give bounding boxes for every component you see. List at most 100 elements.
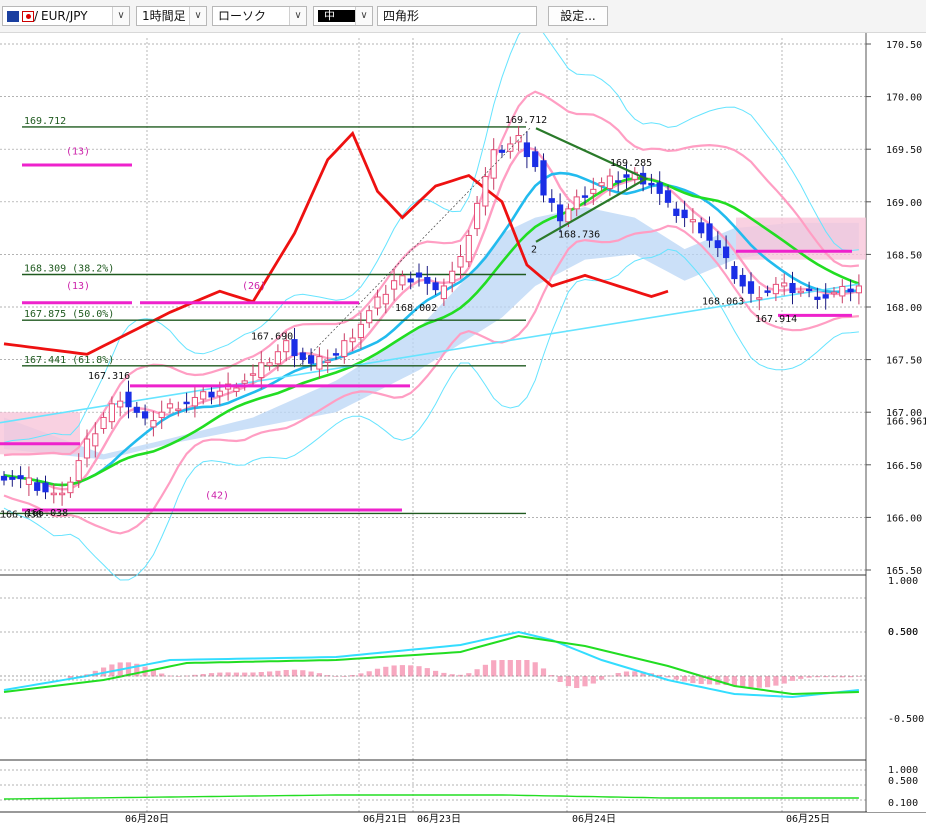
x-axis-date-label: 06月21日: [363, 813, 407, 825]
candle-body: [797, 290, 804, 294]
candle-body: [83, 438, 91, 459]
candle-body: [756, 297, 763, 300]
macd-histogram-bar: [740, 676, 746, 687]
macd-histogram-bar: [765, 676, 771, 688]
candle-body: [540, 160, 547, 196]
candle-body: [432, 282, 439, 291]
settings-button[interactable]: 設定...: [548, 6, 608, 26]
candle-body: [308, 355, 315, 364]
candle-body: [391, 280, 398, 290]
x-axis-date-label: 06月23日: [417, 813, 461, 825]
count-label: (13): [66, 281, 90, 292]
candle-body: [216, 390, 223, 397]
candle-body: [764, 290, 771, 293]
candle-body: [332, 353, 340, 356]
candle-body: [656, 182, 663, 194]
candle-body: [266, 362, 273, 366]
candle-body: [855, 285, 862, 294]
macd-panel: [0, 630, 866, 699]
wave-label: 2: [531, 244, 537, 255]
candle-body: [158, 411, 165, 418]
drawing-tool-select[interactable]: 四角形: [377, 6, 537, 26]
y-axis-tick-label: 167.50: [886, 356, 922, 367]
macd-histogram-bar: [532, 662, 538, 677]
chevron-down-icon[interactable]: ∨: [189, 7, 206, 25]
macd-histogram-bar: [756, 676, 762, 688]
rsi-tick-label: 0.500: [888, 776, 918, 787]
macd-histogram-bar: [300, 670, 306, 677]
candle-body: [42, 482, 49, 493]
timeframe-select[interactable]: 1時間足 ∨: [136, 6, 207, 26]
candle-body: [507, 143, 514, 152]
candle-body: [407, 278, 414, 283]
fib-level-label: 168.309 (38.2%): [24, 263, 114, 274]
candle-body: [382, 293, 389, 305]
candle-body: [9, 476, 16, 480]
macd-histogram-bar: [499, 660, 505, 677]
candle-body: [772, 283, 779, 295]
candle-body: [581, 195, 589, 198]
candle-body: [299, 352, 306, 360]
cloud-past-area: [0, 412, 80, 455]
candle-body: [125, 391, 132, 408]
candle-body: [415, 272, 423, 278]
candle-body: [191, 396, 199, 407]
candle-body: [573, 196, 580, 210]
candle-body: [399, 275, 406, 286]
macd-histogram-bar: [682, 676, 688, 682]
price-annotation-label: 167.316: [88, 371, 130, 382]
candle-body: [465, 234, 472, 263]
candle-body: [67, 481, 74, 494]
chevron-down-icon[interactable]: ∨: [355, 7, 372, 25]
macd-histogram-bar: [773, 676, 779, 686]
price-annotation-label: 168.063: [702, 296, 744, 307]
candle-body: [341, 340, 348, 357]
y-axis-tick-label: 170.50: [886, 40, 922, 51]
symbol-select[interactable]: / EUR/JPY ∨: [2, 6, 130, 26]
x-axis-date-label: 06月20日: [125, 813, 169, 825]
macd-histogram-bar: [474, 669, 480, 677]
candle-body: [681, 209, 688, 219]
candle-body: [739, 274, 746, 287]
candle-body: [706, 223, 713, 241]
chevron-down-icon[interactable]: ∨: [289, 7, 306, 25]
symbol-prefix: /: [34, 9, 39, 23]
candle-body: [615, 180, 622, 183]
candle-body: [183, 401, 190, 405]
candle-body: [822, 294, 829, 299]
candle-body: [449, 270, 456, 284]
candle-body: [166, 403, 174, 409]
candle-body: [532, 151, 539, 168]
candle-body: [457, 256, 464, 268]
line-color-select[interactable]: 中 ∨: [313, 6, 373, 26]
macd-histogram-bar: [424, 668, 430, 677]
macd-histogram-bar: [781, 676, 787, 684]
macd-histogram-bar: [507, 660, 513, 677]
candle-body: [424, 277, 431, 284]
macd-histogram-bar: [383, 666, 389, 677]
candle-body: [548, 198, 555, 203]
candle-body: [557, 204, 564, 222]
macd-histogram-bar: [408, 665, 414, 677]
candle-body: [523, 142, 530, 158]
x-axis: 06月20日 06月21日 06月23日 06月24日 06月25日: [125, 813, 830, 825]
candle-body: [150, 420, 157, 428]
macd-histogram-bar: [540, 668, 547, 677]
y-axis-tick-label: 170.00: [886, 93, 922, 104]
bollinger-lower-line: [3, 224, 860, 535]
candle-body: [108, 403, 116, 423]
macd-histogram-bar: [690, 676, 696, 684]
candle-body: [781, 282, 788, 287]
color-label: 中: [324, 9, 335, 22]
candle-body: [241, 380, 248, 384]
price-chart[interactable]: 169.712 168.309 (38.2%) 167.875 (50.0%) 167…: [0, 33, 926, 825]
chart-type-select[interactable]: ローソク ∨: [212, 6, 307, 26]
candle-body: [664, 190, 672, 203]
price-annotation-label: 168.736: [558, 230, 600, 241]
y-axis-tick-label: 166.00: [886, 513, 922, 524]
chevron-down-icon[interactable]: ∨: [112, 7, 129, 25]
fib-level-label: 169.712: [24, 116, 66, 127]
candle-body: [117, 400, 124, 408]
macd-histogram-bar: [731, 676, 737, 686]
candle-body: [830, 291, 838, 295]
